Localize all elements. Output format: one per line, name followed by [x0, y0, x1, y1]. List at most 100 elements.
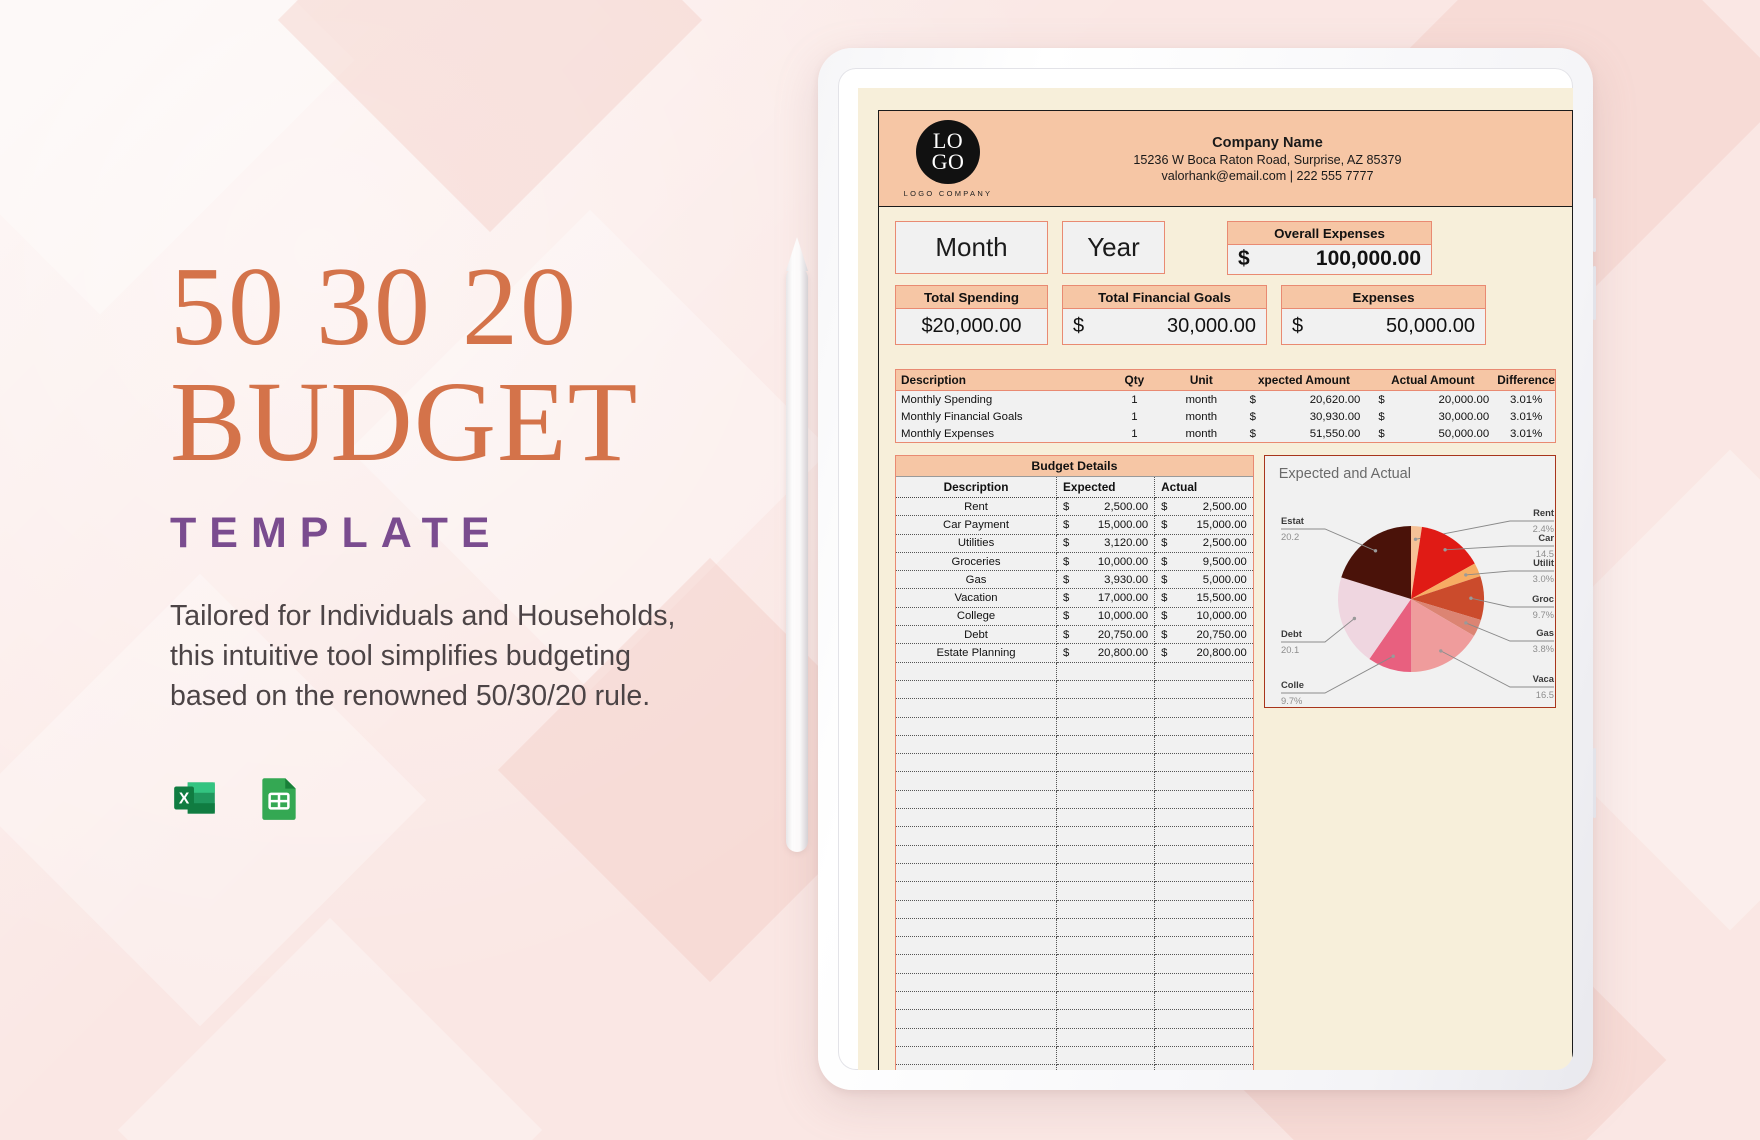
- overall-currency-symbol: $: [1238, 247, 1250, 270]
- cell-expected: [1056, 918, 1156, 938]
- google-sheets-icon[interactable]: [254, 773, 304, 828]
- cell-expected: [1056, 808, 1156, 828]
- table-row-empty[interactable]: [896, 973, 1253, 993]
- pie-label-value: 3.0%: [1532, 573, 1553, 584]
- stat-value-cell[interactable]: $20,000.00: [895, 309, 1048, 345]
- table-row[interactable]: Gas $3,930.00 $5,000.00: [896, 570, 1253, 590]
- table-row-empty[interactable]: [896, 753, 1253, 773]
- table-row-empty[interactable]: [896, 991, 1253, 1011]
- month-selector[interactable]: Month: [895, 221, 1048, 274]
- table-row[interactable]: Monthly Expenses 1 month $51,550.00 $50,000.…: [896, 425, 1555, 442]
- cell-description: [896, 936, 1058, 956]
- cell-expected: [1056, 954, 1156, 974]
- cell-description: Car Payment: [896, 515, 1058, 535]
- overall-expenses-value-cell[interactable]: $ 100,000.00: [1227, 245, 1432, 275]
- pie-label-name: Vaca: [1532, 673, 1554, 684]
- cell-description: [896, 698, 1058, 718]
- cell-description: [896, 808, 1058, 828]
- cell-expected: $10,000.00: [1056, 552, 1156, 572]
- cell-actual: $15,000.00: [1154, 515, 1253, 535]
- cell-actual: [1154, 918, 1253, 938]
- table-row[interactable]: College $10,000.00 $10,000.00: [896, 607, 1253, 627]
- table-row-empty[interactable]: [896, 698, 1253, 718]
- cell-description: Monthly Financial Goals: [896, 408, 1106, 425]
- table-row-empty[interactable]: [896, 1009, 1253, 1029]
- tablet-volume-button[interactable]: [1593, 198, 1596, 252]
- cell-actual: [1154, 753, 1253, 773]
- expected-and-actual-pie-chart: Expected and Actual Rent 2.4% Car 14.5 Utili…: [1263, 455, 1556, 708]
- table-row[interactable]: Estate Planning $20,800.00 $20,800.00: [896, 643, 1253, 663]
- cell-expected: [1056, 900, 1156, 919]
- pie-label-value: 9.7%: [1281, 695, 1302, 706]
- table-row-empty[interactable]: [896, 1046, 1253, 1066]
- table-row[interactable]: Car Payment $15,000.00 $15,000.00: [896, 515, 1253, 535]
- summary-table-body: Monthly Spending 1 month $20,620.00 $20,000.…: [896, 390, 1555, 442]
- pie-leader-dot: [1438, 649, 1443, 653]
- cell-description: [896, 1009, 1058, 1029]
- table-row-empty[interactable]: [896, 936, 1253, 956]
- company-header-band: LO GO LOGO COMPANY Company Name 15236 W …: [879, 111, 1572, 207]
- cell-actual: $10,000.00: [1154, 607, 1253, 627]
- table-row[interactable]: Monthly Financial Goals 1 month $30,930.00 $…: [896, 408, 1555, 425]
- table-row-empty[interactable]: [896, 680, 1253, 700]
- cell-description: [896, 717, 1058, 736]
- cell-expected: [1056, 698, 1156, 718]
- cell-actual: [1154, 680, 1253, 700]
- cell-actual: [1154, 771, 1253, 791]
- table-row[interactable]: Groceries $10,000.00 $9,500.00: [896, 552, 1253, 572]
- column-header-qty: Qty: [1105, 370, 1163, 391]
- stat-value-cell[interactable]: $ 30,000.00: [1062, 309, 1267, 345]
- company-name: Company Name: [1212, 134, 1323, 151]
- logo-text-bottom: GO: [931, 148, 965, 174]
- pie-leader-dot: [1463, 621, 1468, 625]
- excel-icon[interactable]: X: [170, 773, 220, 828]
- cell-expected: [1056, 662, 1156, 681]
- cell-actual: [1154, 973, 1253, 993]
- stat-currency-symbol: $: [1073, 314, 1085, 337]
- table-row-empty[interactable]: [896, 918, 1253, 938]
- cell-description: [896, 1064, 1058, 1070]
- cell-actual: $20,800.00: [1154, 643, 1253, 663]
- cell-actual: $15,500.00: [1154, 588, 1253, 608]
- table-row[interactable]: Debt $20,750.00 $20,750.00: [896, 625, 1253, 645]
- cell-description: [896, 918, 1058, 938]
- pie-leader-dot: [1352, 616, 1356, 621]
- table-row-empty[interactable]: [896, 735, 1253, 755]
- tablet-power-button[interactable]: [1593, 748, 1596, 818]
- budget-details-title: Budget Details: [896, 456, 1253, 477]
- budget-details-table-body: Rent $2,500.00 $2,500.00 Car Payment $15,000…: [896, 497, 1253, 1070]
- table-row-empty[interactable]: [896, 808, 1253, 828]
- table-row-empty[interactable]: [896, 863, 1253, 883]
- table-row-empty[interactable]: [896, 1028, 1253, 1047]
- tablet-volume-button[interactable]: [1593, 266, 1596, 320]
- table-row-empty[interactable]: [896, 881, 1253, 901]
- column-header-expected: Expected: [1056, 477, 1156, 498]
- pie-leader-dot: [1443, 548, 1447, 552]
- table-row-empty[interactable]: [896, 1064, 1253, 1070]
- cell-expected: $3,120.00: [1056, 534, 1156, 553]
- table-row-empty[interactable]: [896, 900, 1253, 919]
- year-selector[interactable]: Year: [1062, 221, 1165, 274]
- table-row[interactable]: Utilities $3,120.00 $2,500.00: [896, 534, 1253, 553]
- cell-description: [896, 973, 1058, 993]
- table-row-empty[interactable]: [896, 662, 1253, 681]
- table-row-empty[interactable]: [896, 790, 1253, 810]
- table-row-empty[interactable]: [896, 954, 1253, 974]
- table-row-empty[interactable]: [896, 771, 1253, 791]
- pie-label-name: Car: [1538, 532, 1554, 543]
- cell-description: [896, 790, 1058, 810]
- spreadsheet-body: LO GO LOGO COMPANY Company Name 15236 W …: [878, 110, 1573, 1070]
- cell-expected: [1056, 1009, 1156, 1029]
- cell-description: Utilities: [896, 534, 1058, 553]
- stat-value-cell[interactable]: $ 50,000.00: [1281, 309, 1486, 345]
- table-row[interactable]: Rent $2,500.00 $2,500.00: [896, 497, 1253, 517]
- table-row-empty[interactable]: [896, 717, 1253, 736]
- pie-label-name: Colle: [1281, 679, 1304, 690]
- summary-section: Month Year Overall Expenses $ 100,000.00: [879, 207, 1572, 355]
- table-row[interactable]: Monthly Spending 1 month $20,620.00 $20,000.…: [896, 390, 1555, 408]
- table-row[interactable]: Vacation $17,000.00 $15,500.00: [896, 588, 1253, 608]
- table-row-empty[interactable]: [896, 845, 1253, 864]
- column-header-difference: Difference: [1497, 370, 1555, 391]
- table-row-empty[interactable]: [896, 826, 1253, 846]
- cell-unit: month: [1162, 390, 1240, 408]
